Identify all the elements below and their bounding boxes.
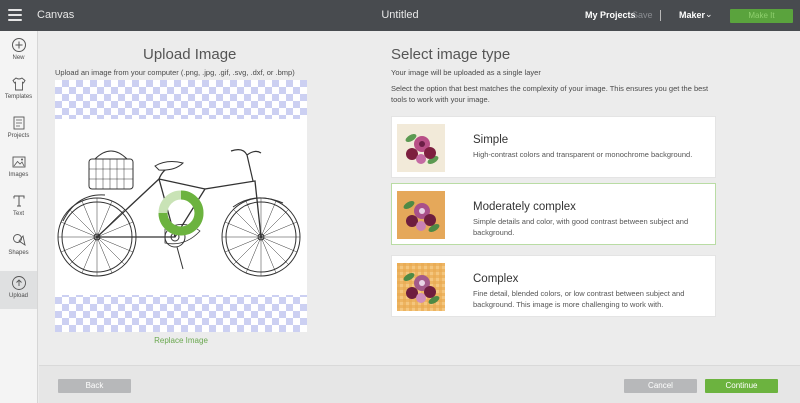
sidebar-item-templates[interactable]: Templates bbox=[0, 76, 37, 114]
app-title: Canvas bbox=[37, 9, 75, 21]
chevron-down-icon[interactable]: ⌄ bbox=[705, 9, 713, 20]
option-description: Simple details and color, with good cont… bbox=[473, 217, 689, 237]
simple-thumbnail bbox=[397, 124, 445, 172]
my-projects-link[interactable]: My Projects bbox=[585, 10, 636, 20]
option-complex[interactable]: Complex Fine detail, blended colors, or … bbox=[391, 255, 716, 317]
replace-image-link[interactable]: Replace Image bbox=[39, 336, 323, 345]
option-description: High-contrast colors and transparent or … bbox=[473, 150, 693, 159]
shapes-icon bbox=[12, 234, 26, 246]
image-type-subtitle: Your image will be uploaded as a single … bbox=[391, 68, 541, 77]
image-type-title: Select image type bbox=[391, 46, 511, 63]
projects-icon bbox=[13, 116, 24, 130]
back-button[interactable]: Back bbox=[58, 379, 131, 393]
sidebar-item-upload[interactable]: Upload bbox=[0, 271, 37, 309]
sidebar-item-label: Text bbox=[12, 211, 24, 217]
upload-title: Upload Image bbox=[143, 46, 237, 63]
continue-button[interactable]: Continue bbox=[705, 379, 778, 393]
plus-circle-icon bbox=[11, 38, 26, 52]
option-title: Moderately complex bbox=[473, 201, 576, 213]
option-title: Complex bbox=[473, 273, 519, 285]
option-description: Fine detail, blended colors, or low cont… bbox=[473, 289, 685, 309]
cancel-button[interactable]: Cancel bbox=[624, 379, 697, 393]
top-bar: Canvas Untitled My Projects Save Maker ⌄… bbox=[0, 0, 800, 31]
image-preview bbox=[55, 80, 307, 332]
sidebar-item-projects[interactable]: Projects bbox=[0, 115, 37, 153]
image-icon bbox=[12, 156, 25, 168]
sidebar-item-label: Shapes bbox=[8, 250, 29, 256]
image-type-instructions: Select the option that best matches the … bbox=[391, 84, 709, 104]
save-button[interactable]: Save bbox=[632, 10, 653, 20]
divider bbox=[660, 10, 661, 21]
moderately-complex-thumbnail bbox=[397, 191, 445, 239]
sidebar: New Templates Projects Images Text Shape… bbox=[0, 31, 38, 403]
text-icon bbox=[13, 195, 24, 207]
sidebar-item-label: Upload bbox=[8, 293, 28, 299]
option-moderately-complex[interactable]: Moderately complex Simple details and co… bbox=[391, 183, 716, 245]
complex-thumbnail bbox=[397, 263, 445, 311]
sidebar-item-shapes[interactable]: Shapes bbox=[0, 232, 37, 270]
menu-icon[interactable] bbox=[8, 9, 22, 21]
uploaded-image bbox=[55, 119, 307, 295]
option-simple[interactable]: Simple High-contrast colors and transpar… bbox=[391, 116, 716, 178]
machine-select[interactable]: Maker bbox=[679, 10, 705, 20]
sidebar-item-label: Images bbox=[8, 172, 29, 178]
option-title: Simple bbox=[473, 134, 509, 146]
sidebar-item-new[interactable]: New bbox=[0, 37, 37, 75]
sidebar-item-text[interactable]: Text bbox=[0, 193, 37, 231]
sidebar-item-label: New bbox=[12, 55, 25, 61]
sidebar-item-label: Templates bbox=[4, 94, 33, 100]
upload-subtitle: Upload an image from your computer (.png… bbox=[55, 68, 295, 77]
sidebar-item-label: Projects bbox=[7, 133, 30, 139]
sidebar-item-images[interactable]: Images bbox=[0, 154, 37, 192]
upload-icon bbox=[11, 276, 26, 290]
shirt-icon bbox=[11, 77, 26, 91]
footer-bar: Back Cancel Continue bbox=[39, 365, 800, 403]
bicycle-image bbox=[57, 149, 301, 277]
upload-panel: Upload Image Upload an image from your c… bbox=[39, 31, 800, 403]
make-it-button[interactable]: Make It bbox=[730, 9, 793, 23]
